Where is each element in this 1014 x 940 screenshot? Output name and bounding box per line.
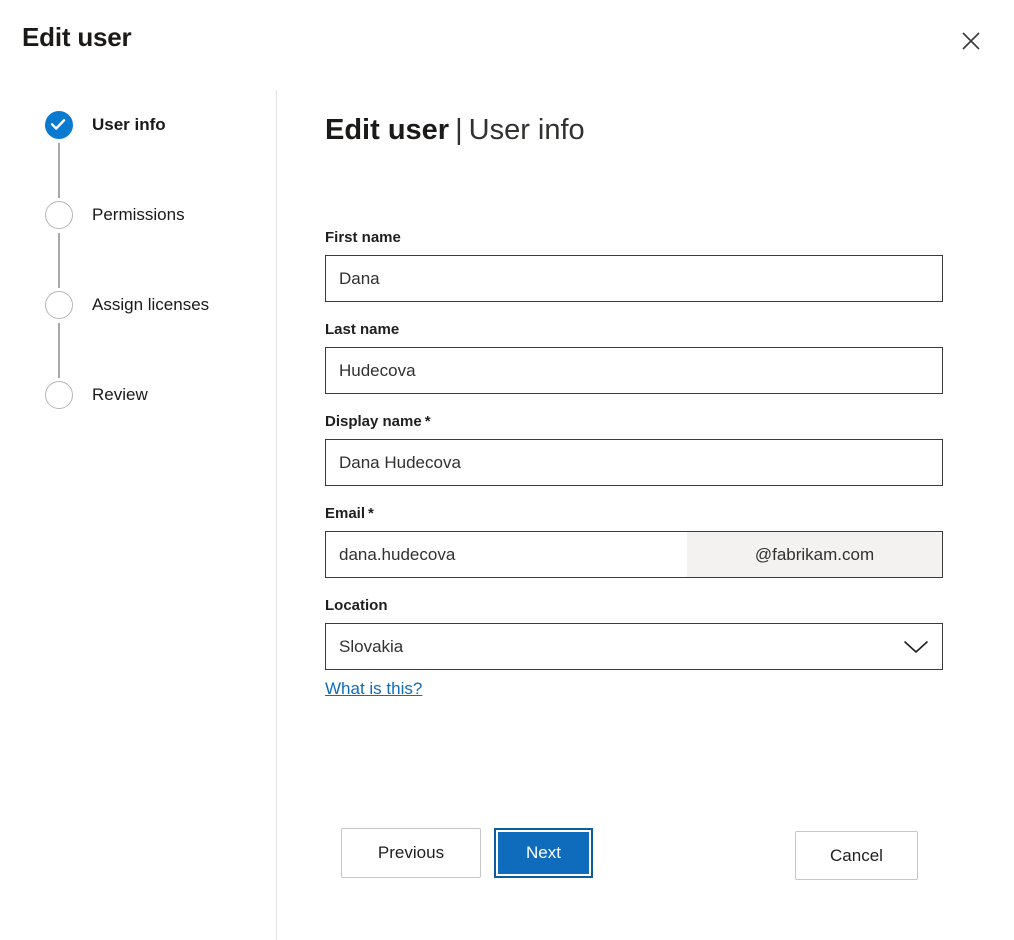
stepper-item-review[interactable]: Review [44,380,276,420]
email-label-text: Email [325,505,365,522]
display-name-label: Display name* [325,412,943,432]
last-name-input[interactable] [325,347,943,394]
section-heading-separator: | [455,114,463,146]
stepper-marker [44,290,74,320]
stepper-item-label: Permissions [92,200,185,229]
stepper-item-label: Assign licenses [92,290,209,319]
stepper-item-permissions[interactable]: Permissions [44,200,276,290]
stepper-item-assign-licenses[interactable]: Assign licenses [44,290,276,380]
display-name-input[interactable] [325,439,943,486]
email-input[interactable] [326,532,687,577]
last-name-label: Last name [325,320,943,340]
email-label: Email* [325,504,943,524]
stepper-connector [58,143,60,198]
location-label: Location [325,596,943,616]
field-location: Location Slovakia What is this? [325,596,943,699]
content-divider [276,90,277,940]
section-heading-primary: Edit user [325,114,449,146]
location-select-wrapper: Slovakia [325,623,943,670]
close-icon [960,30,982,52]
circle-icon [45,381,73,409]
stepper-item-label: User info [92,110,166,139]
first-name-input[interactable] [325,255,943,302]
location-select[interactable]: Slovakia [325,623,943,670]
stepper-connector [58,323,60,378]
display-name-label-text: Display name [325,413,422,430]
circle-icon [45,291,73,319]
section-heading-secondary: User info [469,114,585,146]
next-button[interactable]: Next [494,828,593,878]
field-last-name: Last name [325,320,943,394]
field-display-name: Display name* [325,412,943,486]
user-info-form: First name Last name Display name* Email… [325,228,943,717]
dialog-footer: Previous Next Cancel [341,828,941,888]
field-first-name: First name [325,228,943,302]
stepper-item-user-info[interactable]: User info [44,110,276,200]
first-name-label: First name [325,228,943,248]
email-domain-suffix: @fabrikam.com [687,532,942,577]
field-email: Email* @fabrikam.com [325,504,943,578]
close-button[interactable] [952,22,990,60]
cancel-button[interactable]: Cancel [795,831,918,880]
required-marker: * [425,413,431,430]
stepper-marker [44,110,74,140]
stepper-marker [44,200,74,230]
circle-icon [45,201,73,229]
what-is-this-link[interactable]: What is this? [325,679,422,699]
stepper-marker [44,380,74,410]
previous-button[interactable]: Previous [341,828,481,878]
page-title: Edit user [22,22,131,53]
check-icon [44,110,72,138]
location-selected-value: Slovakia [339,637,403,657]
stepper-connector [58,233,60,288]
email-input-group: @fabrikam.com [325,531,943,578]
required-marker: * [368,505,374,522]
stepper-navigation: User info Permissions Assign licenses Re… [44,110,276,420]
section-heading: Edit user|User info [325,110,585,150]
stepper-item-label: Review [92,380,148,409]
